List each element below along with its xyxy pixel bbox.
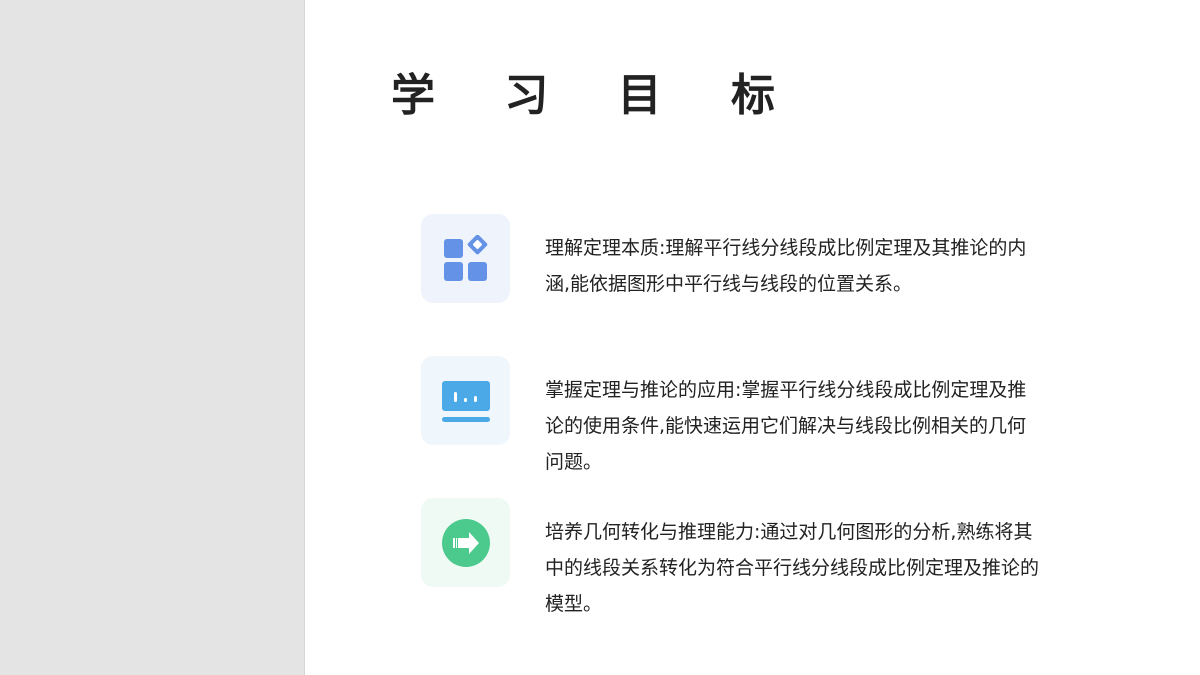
grid-apps-icon xyxy=(421,214,510,303)
goal-text: 培养几何转化与推理能力:通过对几何图形的分析,熟练将其中的线段关系转化为符合平行… xyxy=(545,521,1040,615)
side-panel xyxy=(0,0,305,675)
chart-board-icon xyxy=(421,356,510,445)
page-title: 学 习 目 标 xyxy=(391,70,802,121)
slide: 学 习 目 标 理解定理本质:理解平行线分线段成比例定理及其推论的内涵,能依据图… xyxy=(0,0,1200,675)
goal-text: 理解定理本质:理解平行线分线段成比例定理及其推论的内涵,能依据图形中平行线与线段… xyxy=(545,237,1027,295)
goal-text: 掌握定理与推论的应用:掌握平行线分线段成比例定理及推论的使用条件,能快速运用它们… xyxy=(545,379,1027,473)
arrow-circle-icon xyxy=(421,498,510,587)
